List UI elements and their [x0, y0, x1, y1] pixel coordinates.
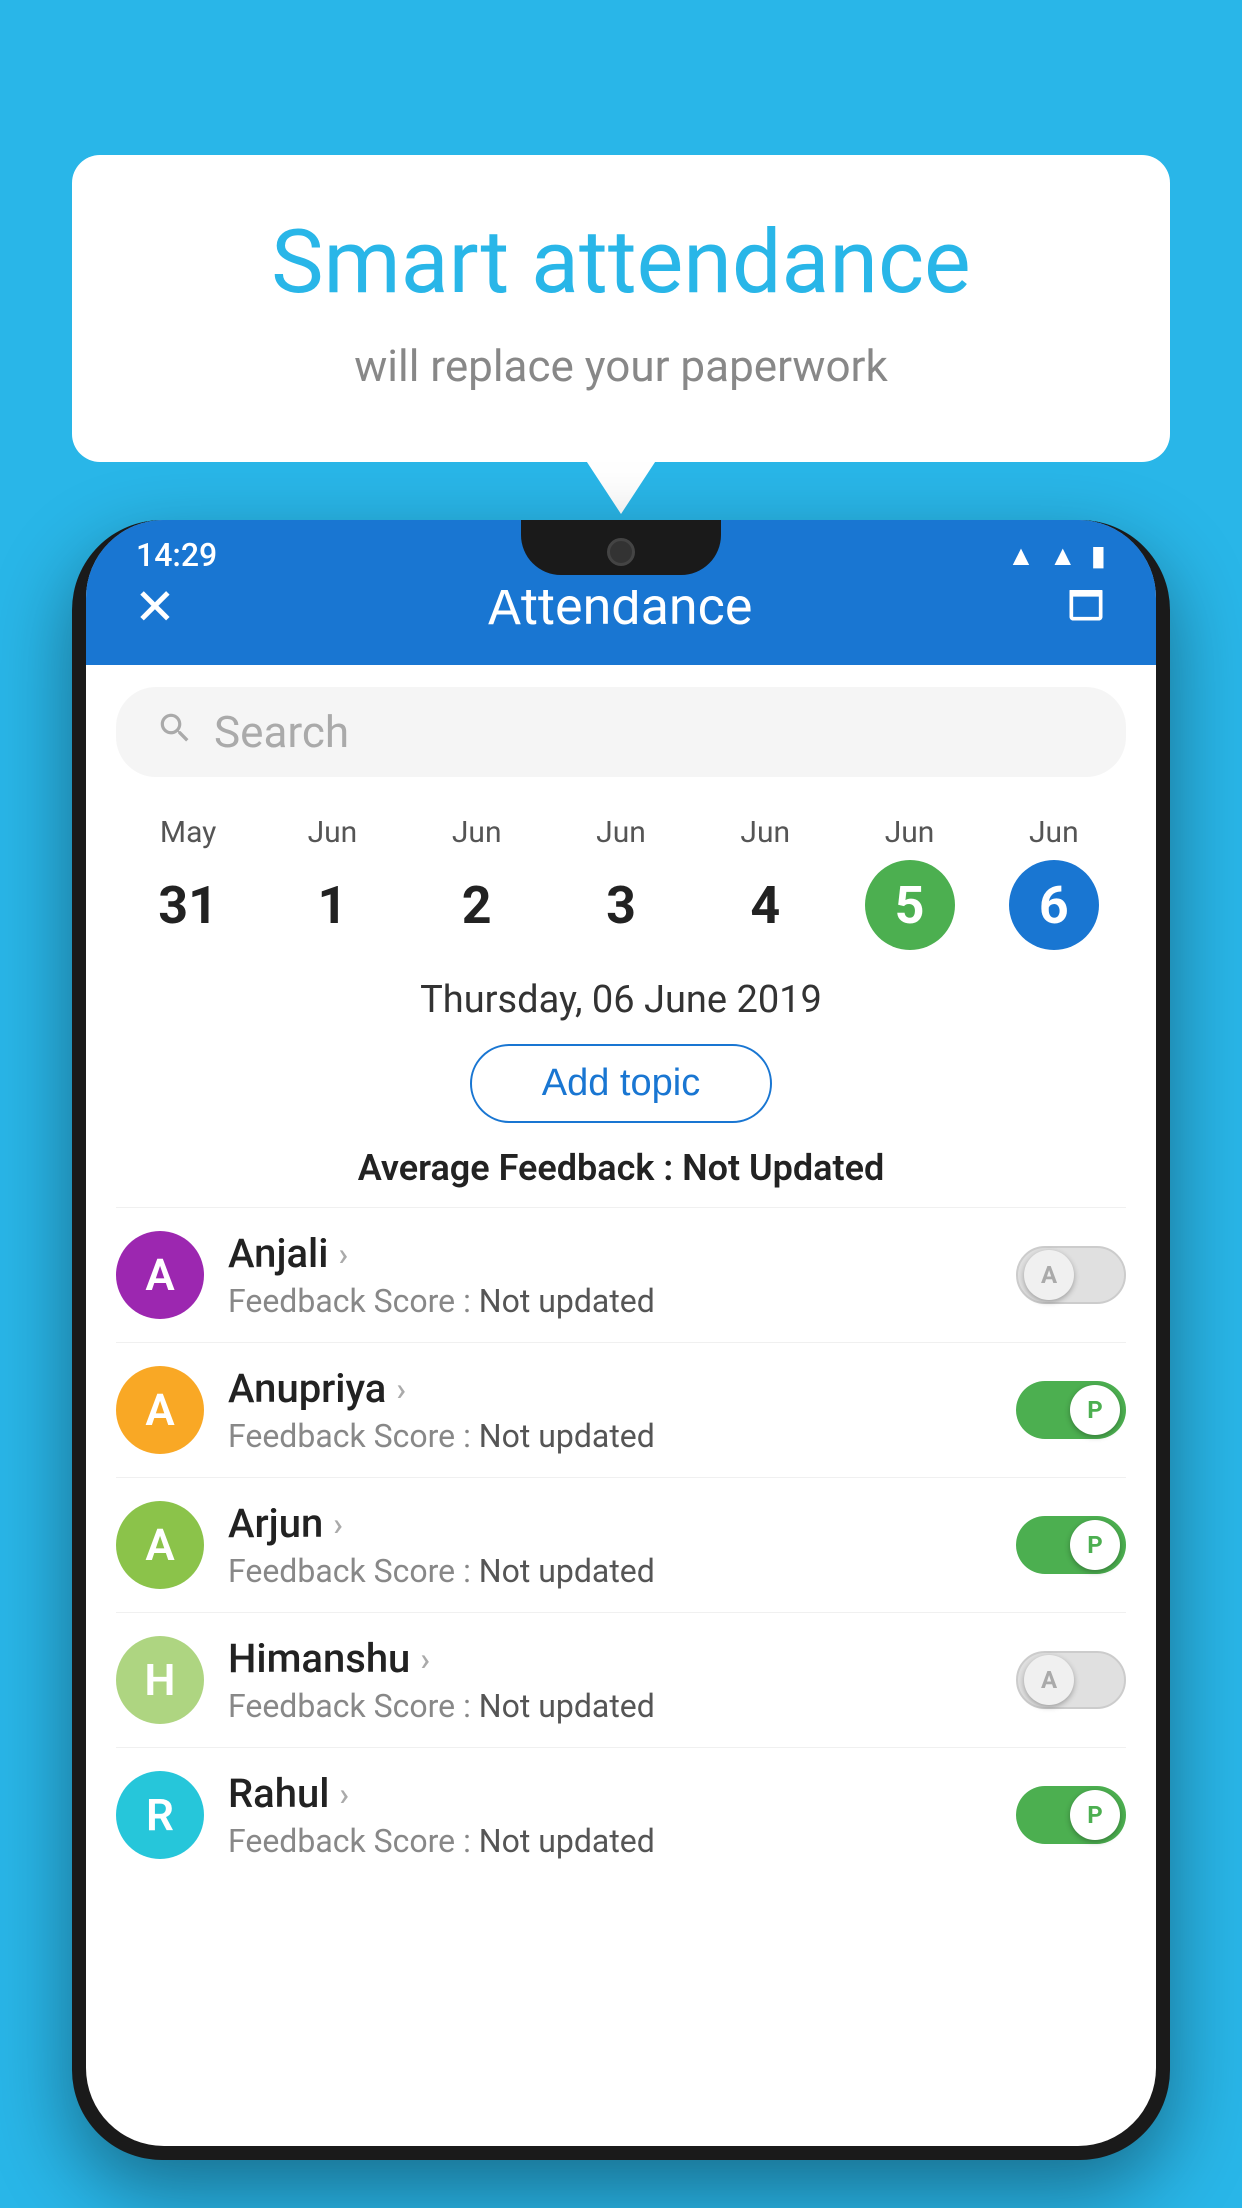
chevron-icon: › [396, 1370, 406, 1408]
toggle-track[interactable]: A [1016, 1246, 1126, 1304]
add-topic-button[interactable]: Add topic [470, 1044, 772, 1123]
student-info: Rahul › Feedback Score : Not updated [228, 1770, 992, 1860]
battery-icon: ▮ [1091, 539, 1106, 572]
cal-date-number[interactable]: 6 [1009, 860, 1099, 950]
student-info: Himanshu › Feedback Score : Not updated [228, 1635, 992, 1725]
student-info: Anjali › Feedback Score : Not updated [228, 1230, 992, 1320]
calendar-day[interactable]: Jun 2 [427, 815, 527, 950]
search-icon [156, 706, 194, 758]
signal-icon: ▲ [1049, 539, 1077, 572]
student-info: Arjun › Feedback Score : Not updated [228, 1500, 992, 1590]
student-item: A Anupriya › Feedback Score : Not updated P [116, 1342, 1126, 1477]
add-topic-container: Add topic [86, 1034, 1156, 1139]
phone-camera [607, 538, 635, 566]
cal-date-number[interactable]: 5 [865, 860, 955, 950]
avg-feedback: Average Feedback : Not Updated [86, 1139, 1156, 1207]
avg-feedback-value: Not Updated [682, 1147, 884, 1189]
student-name[interactable]: Himanshu › [228, 1635, 992, 1682]
calendar-day[interactable]: Jun 1 [282, 815, 382, 950]
calendar-day[interactable]: Jun 4 [715, 815, 815, 950]
toggle-knob: P [1070, 1520, 1120, 1570]
chevron-icon: › [333, 1505, 343, 1543]
cal-month-label: Jun [885, 815, 935, 850]
toggle-knob: A [1024, 1250, 1074, 1300]
calendar-icon[interactable] [1064, 582, 1108, 637]
student-item: A Anjali › Feedback Score : Not updated A [116, 1207, 1126, 1342]
chevron-icon: › [339, 1775, 349, 1813]
student-name[interactable]: Rahul › [228, 1770, 992, 1817]
cal-date-number[interactable]: 4 [720, 860, 810, 950]
student-item: H Himanshu › Feedback Score : Not updated A [116, 1612, 1126, 1747]
speech-bubble: Smart attendance will replace your paper… [72, 155, 1170, 462]
student-feedback: Feedback Score : Not updated [228, 1822, 992, 1860]
student-avatar: A [116, 1231, 204, 1319]
student-avatar: A [116, 1366, 204, 1454]
toggle-track[interactable]: P [1016, 1381, 1126, 1439]
speech-bubble-subtitle: will replace your paperwork [152, 340, 1090, 392]
cal-date-number[interactable]: 3 [576, 860, 666, 950]
cal-month-label: Jun [308, 815, 358, 850]
calendar-day[interactable]: Jun 6 [1004, 815, 1104, 950]
student-feedback: Feedback Score : Not updated [228, 1282, 992, 1320]
search-placeholder: Search [214, 706, 349, 758]
student-avatar: H [116, 1636, 204, 1724]
student-feedback: Feedback Score : Not updated [228, 1552, 992, 1590]
attendance-toggle[interactable]: A [1016, 1651, 1126, 1709]
toggle-track[interactable]: P [1016, 1516, 1126, 1574]
speech-bubble-container: Smart attendance will replace your paper… [72, 155, 1170, 462]
student-name[interactable]: Anupriya › [228, 1365, 992, 1412]
student-item: A Arjun › Feedback Score : Not updated P [116, 1477, 1126, 1612]
calendar-strip: May 31 Jun 1 Jun 2 Jun 3 Jun 4 Jun 5 Jun 6 [86, 795, 1156, 960]
cal-month-label: Jun [596, 815, 646, 850]
student-avatar: A [116, 1501, 204, 1589]
toggle-knob: P [1070, 1790, 1120, 1840]
cal-month-label: Jun [452, 815, 502, 850]
student-feedback: Feedback Score : Not updated [228, 1417, 992, 1455]
cal-month-label: May [160, 815, 216, 850]
student-list: AAnjali ›Feedback Score : Not updatedAAA… [86, 1207, 1156, 1882]
phone-notch [521, 520, 721, 575]
student-name[interactable]: Anjali › [228, 1230, 992, 1277]
chevron-icon: › [338, 1235, 348, 1273]
phone-container: 14:29 ▲ ▲ ▮ ✕ Attendance [72, 520, 1170, 2208]
calendar-day[interactable]: May 31 [138, 815, 238, 950]
toggle-knob: P [1070, 1385, 1120, 1435]
attendance-toggle[interactable]: P [1016, 1516, 1126, 1574]
student-info: Anupriya › Feedback Score : Not updated [228, 1365, 992, 1455]
toggle-knob: A [1024, 1655, 1074, 1705]
speech-bubble-title: Smart attendance [152, 215, 1090, 312]
date-header: Thursday, 06 June 2019 [86, 960, 1156, 1034]
chevron-icon: › [420, 1640, 430, 1678]
toggle-track[interactable]: A [1016, 1651, 1126, 1709]
phone-screen: 14:29 ▲ ▲ ▮ ✕ Attendance [86, 520, 1156, 2146]
student-feedback: Feedback Score : Not updated [228, 1687, 992, 1725]
attendance-toggle[interactable]: P [1016, 1786, 1126, 1844]
status-time: 14:29 [136, 536, 217, 574]
cal-date-number[interactable]: 1 [287, 860, 377, 950]
calendar-day[interactable]: Jun 3 [571, 815, 671, 950]
attendance-toggle[interactable]: A [1016, 1246, 1126, 1304]
cal-month-label: Jun [1029, 815, 1079, 850]
cal-date-number[interactable]: 31 [143, 860, 233, 950]
wifi-icon: ▲ [1007, 539, 1035, 572]
student-name[interactable]: Arjun › [228, 1500, 992, 1547]
student-avatar: R [116, 1771, 204, 1859]
calendar-day[interactable]: Jun 5 [860, 815, 960, 950]
student-item: R Rahul › Feedback Score : Not updated P [116, 1747, 1126, 1882]
cal-month-label: Jun [740, 815, 790, 850]
phone-frame: 14:29 ▲ ▲ ▮ ✕ Attendance [72, 520, 1170, 2160]
cal-date-number[interactable]: 2 [432, 860, 522, 950]
avg-feedback-label: Average Feedback : [358, 1147, 682, 1189]
status-icons: ▲ ▲ ▮ [1007, 539, 1106, 572]
search-bar[interactable]: Search [116, 687, 1126, 777]
toggle-track[interactable]: P [1016, 1786, 1126, 1844]
attendance-toggle[interactable]: P [1016, 1381, 1126, 1439]
